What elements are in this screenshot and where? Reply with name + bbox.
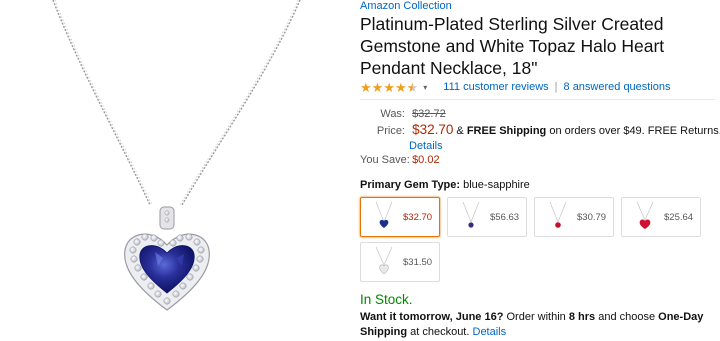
chevron-down-icon[interactable]: ▾ [423, 83, 427, 92]
gem-swatch[interactable]: $25.64 [621, 197, 701, 237]
at-checkout-text: at checkout. [410, 326, 470, 338]
gem-type-row: Primary Gem Type: blue-sapphire [360, 179, 530, 191]
divider [360, 99, 715, 100]
shipping-note: on orders over $49. FREE Returns. [549, 125, 720, 137]
order-within-text: Order within [506, 311, 566, 323]
customer-reviews-link[interactable]: 111 customer reviews [443, 81, 548, 93]
necklace-illustration [52, 0, 301, 311]
answered-questions-link[interactable]: 8 answered questions [564, 81, 671, 93]
half-star-icon: ★ [406, 79, 419, 95]
gem-swatch-grid: $32.70 $56.63 $30.79 $25.64 $31.50 [360, 197, 715, 287]
necklace-thumbnail-icon [375, 202, 393, 228]
you-save-label: You Save: [360, 154, 410, 166]
product-title: Platinum-Plated Sterling Silver Created … [360, 14, 665, 78]
gem-swatch[interactable]: $31.50 [360, 242, 440, 282]
gem-type-value: blue-sapphire [463, 179, 530, 191]
rating-row: ★ ★ ★ ★ ★ ▾ 111 customer reviews | 8 ans… [360, 80, 671, 94]
you-save-amount: $0.02 [412, 154, 440, 166]
delivery-date: Want it tomorrow, June 16? [360, 311, 504, 323]
amp-text: & [456, 125, 464, 137]
swatch-price: $31.50 [403, 257, 433, 268]
swatch-price: $32.70 [403, 212, 433, 223]
swatch-price: $56.63 [490, 212, 520, 223]
current-price: $32.70 [412, 122, 454, 137]
order-hours: 8 hrs [568, 311, 596, 323]
star-icon: ★ [383, 79, 395, 95]
necklace-thumbnail-icon [636, 202, 654, 229]
price-label: Price: [376, 125, 405, 137]
star-icon: ★ [360, 79, 372, 95]
necklace-thumbnail-icon [462, 202, 480, 228]
stock-status: In Stock. [360, 292, 413, 307]
swatch-price: $30.79 [577, 212, 607, 223]
was-price: $32.72 [412, 108, 446, 120]
star-icon: ★ [394, 79, 407, 95]
gem-type-label: Primary Gem Type: [360, 179, 461, 191]
swatch-price: $25.64 [664, 212, 694, 223]
gem-swatch[interactable]: $30.79 [534, 197, 614, 237]
star-rating[interactable]: ★ ★ ★ ★ ★ [360, 81, 418, 94]
delivery-details-link[interactable]: Details [473, 326, 507, 338]
star-icon: ★ [371, 79, 384, 95]
was-label: Was: [380, 108, 405, 120]
necklace-thumbnail-icon [549, 202, 567, 228]
and-choose-text: and choose [598, 311, 656, 323]
delivery-message: Want it tomorrow, June 16? Order within … [360, 310, 710, 340]
necklace-thumbnail-icon [375, 247, 393, 275]
separator: | [554, 81, 558, 93]
shipping-details-link[interactable]: Details [409, 140, 443, 152]
product-image[interactable] [0, 0, 355, 341]
gem-swatch[interactable]: $32.70 [360, 197, 440, 237]
brand-link[interactable]: Amazon Collection [360, 0, 452, 12]
gem-swatch[interactable]: $56.63 [447, 197, 527, 237]
free-shipping-label: FREE Shipping [466, 125, 547, 137]
